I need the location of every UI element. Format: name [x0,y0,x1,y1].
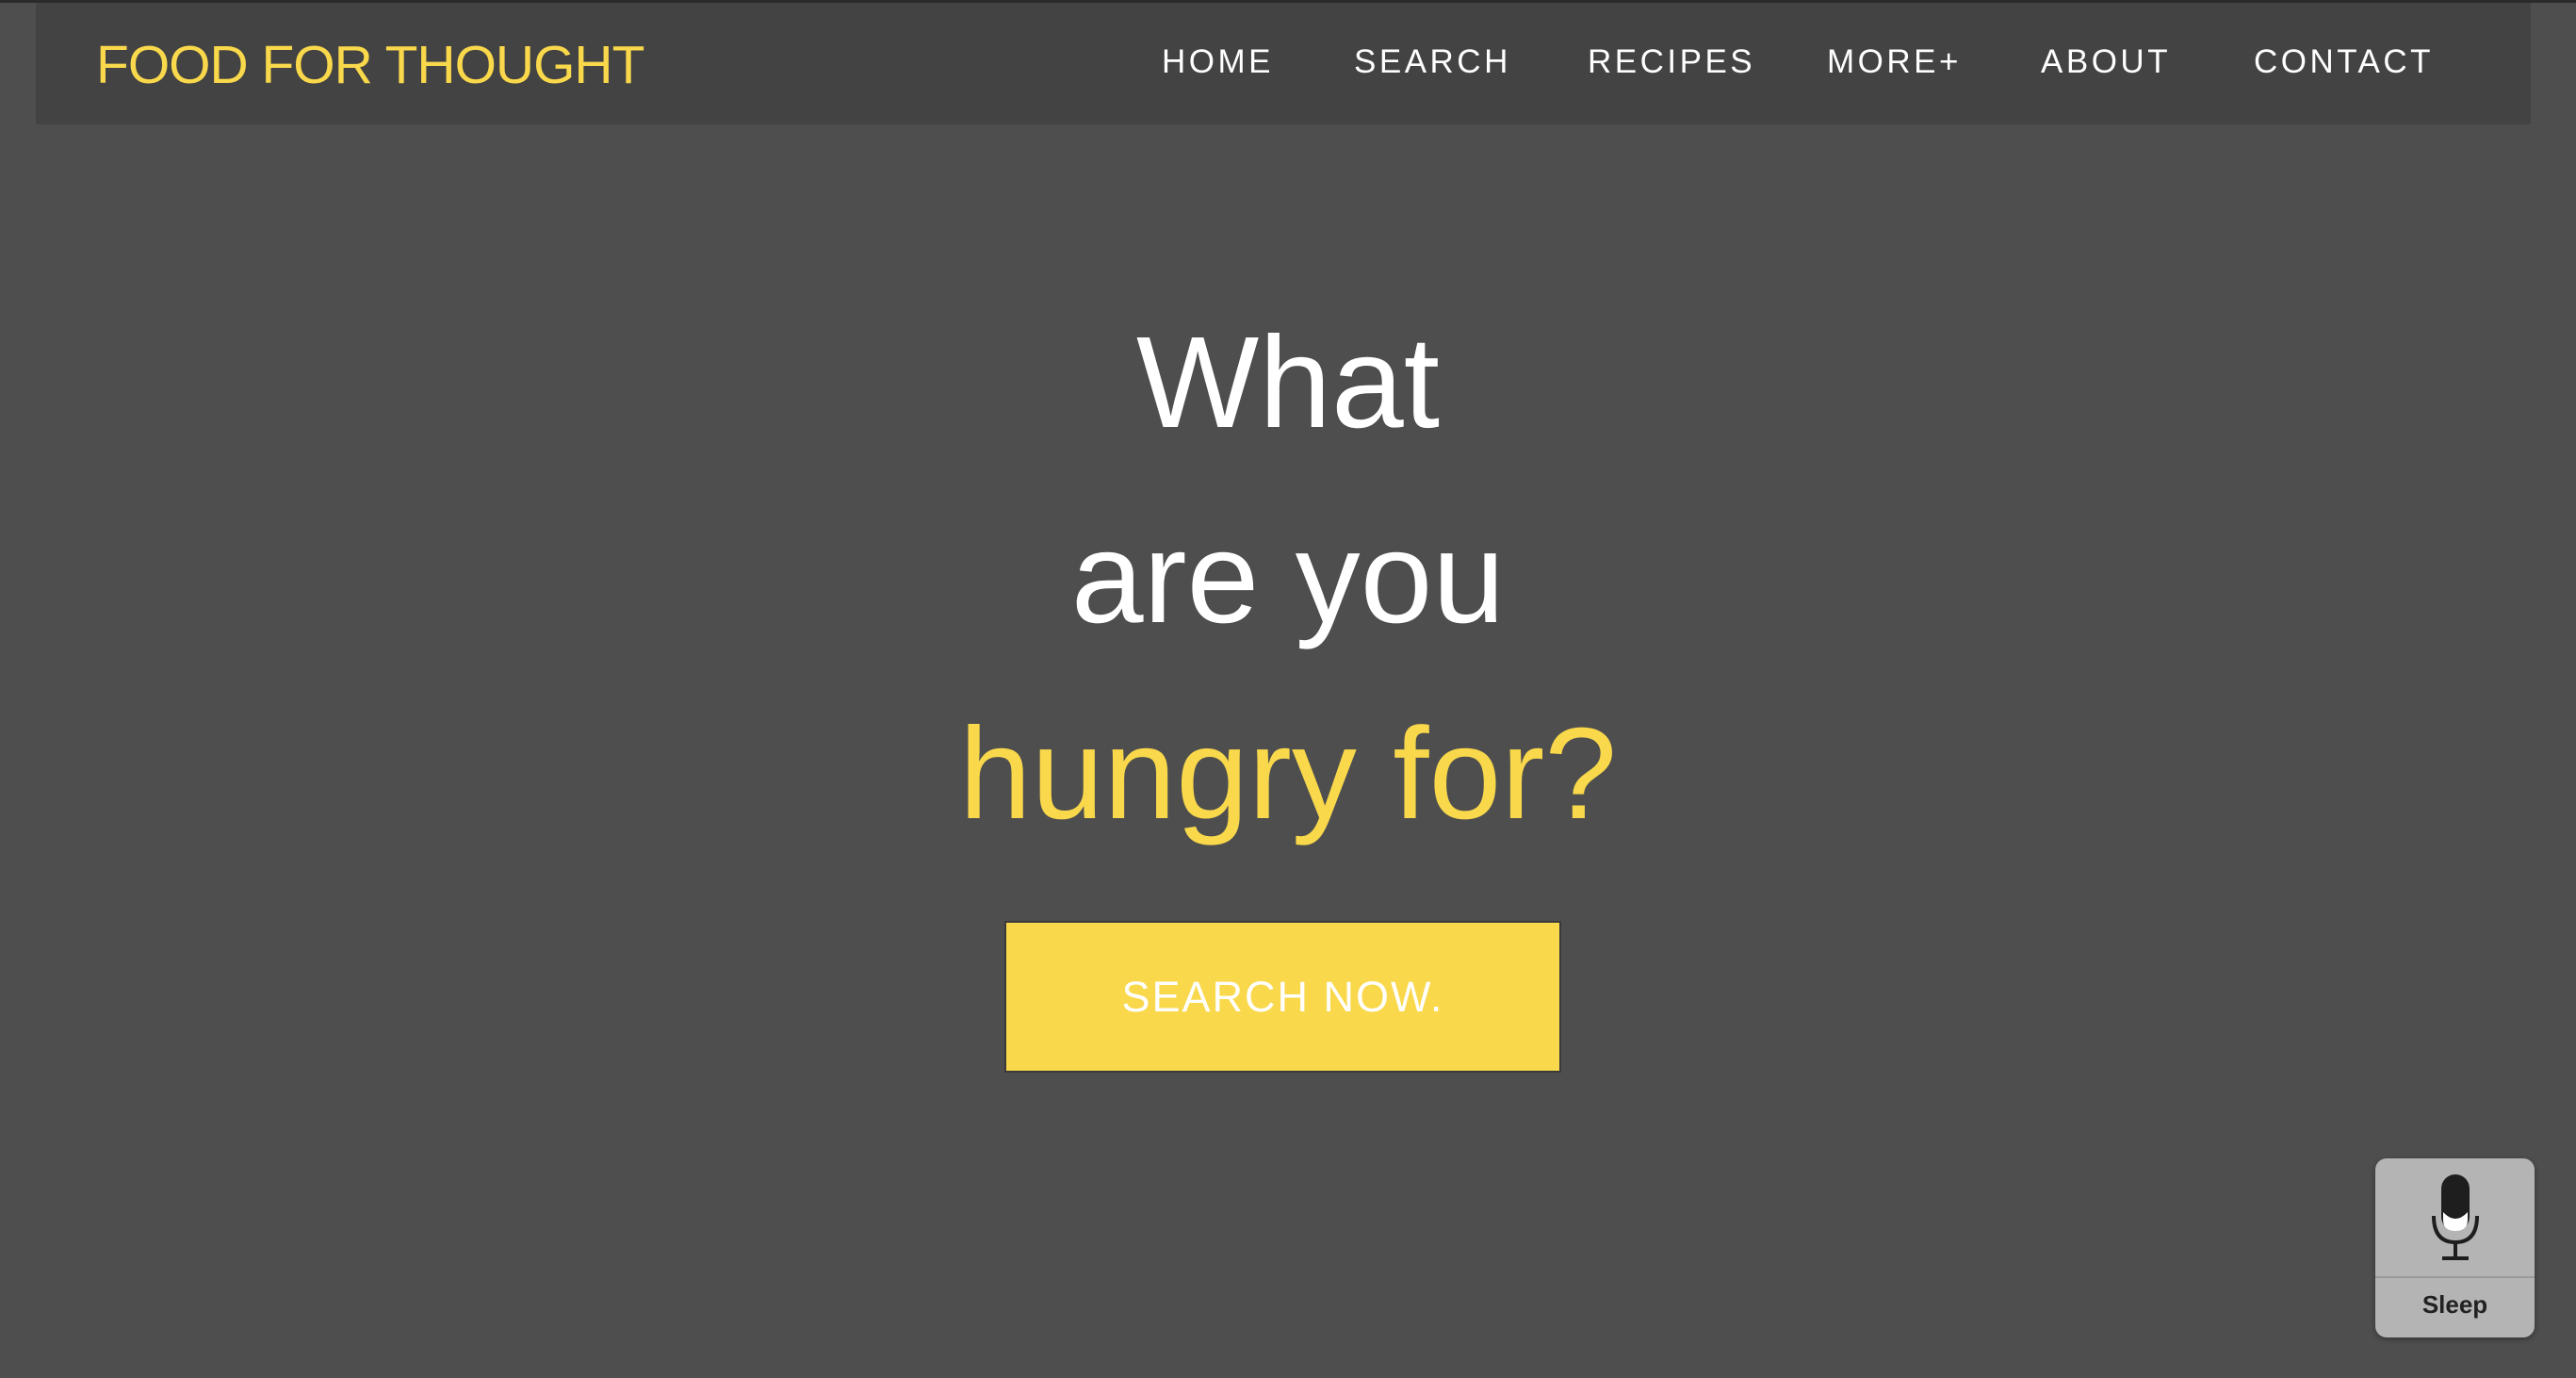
widget-divider [2375,1276,2535,1278]
search-now-button-label: SEARCH NOW. [1121,972,1444,1021]
voice-control-widget[interactable]: Sleep [2375,1158,2535,1337]
navbar: FOOD FOR THOUGHT HOME SEARCH RECIPES MOR… [36,3,2531,124]
search-now-button[interactable]: SEARCH NOW. [1004,921,1561,1073]
hero-heading-line-3: hungry for? [958,701,1618,846]
hero-heading-line-1: What [1135,310,1441,455]
nav-link-contact[interactable]: CONTACT [2254,42,2434,82]
nav-link-more[interactable]: MORE+ [1827,42,1962,82]
nav-link-about[interactable]: ABOUT [2041,42,2171,82]
hero-heading-line-2: are you [1070,505,1506,650]
voice-status-label: Sleep [2421,1290,2488,1319]
brand-logo-link[interactable]: FOOD FOR THOUGHT [96,33,644,97]
nav-link-recipes[interactable]: RECIPES [1588,42,1755,82]
nav-link-search[interactable]: SEARCH [1354,42,1511,82]
nav-link-home[interactable]: HOME [1162,42,1274,82]
microphone-icon [2431,1173,2479,1260]
mic-area [2375,1158,2535,1276]
page: FOOD FOR THOUGHT HOME SEARCH RECIPES MOR… [0,0,2576,1378]
